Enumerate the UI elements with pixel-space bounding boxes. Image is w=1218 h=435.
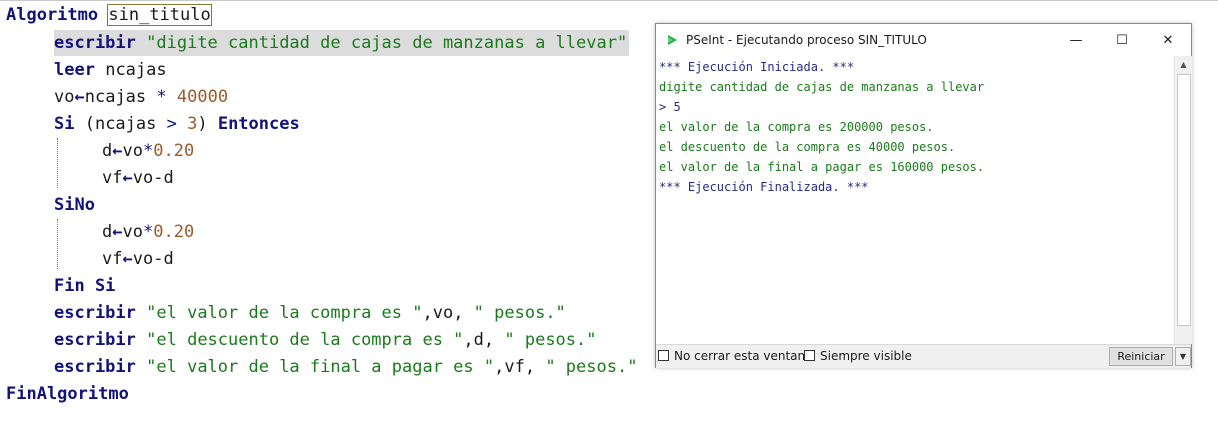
- keyword: escribir: [54, 33, 136, 53]
- number-literal: 0.20: [153, 222, 195, 242]
- string-literal: " pesos.": [545, 357, 638, 377]
- identifier: d: [102, 222, 113, 242]
- code-line-10[interactable]: vf←vo-d: [102, 246, 174, 272]
- code-line-9[interactable]: d←vo*0.20: [102, 219, 194, 245]
- indent-guide-else: [57, 219, 58, 269]
- console-line: > 5: [659, 100, 681, 114]
- code-line-1[interactable]: Algoritmo sin_titulo: [6, 2, 212, 28]
- minimize-icon: —: [1069, 32, 1083, 48]
- identifier: ncajas: [84, 87, 147, 107]
- code-line-3[interactable]: leer ncajas: [54, 57, 167, 83]
- string-literal: "el valor de la final a pagar es ": [146, 357, 495, 377]
- keyword: SiNo: [54, 195, 95, 215]
- code-line-12[interactable]: escribir "el valor de la compra es ",vo,…: [54, 300, 566, 326]
- assign-arrow-icon: ←: [112, 141, 123, 161]
- keyword: Entonces: [217, 114, 300, 134]
- always-visible-checkbox[interactable]: [804, 350, 815, 361]
- console-line: *** Ejecución Finalizada. ***: [659, 180, 869, 194]
- operator: *: [142, 222, 154, 242]
- no-close-checkbox[interactable]: [658, 350, 669, 361]
- window-title: PSeInt - Ejecutando proceso SIN_TITULO: [686, 33, 927, 47]
- code-line-13[interactable]: escribir "el descuento de la compra es "…: [54, 327, 597, 353]
- chevron-up-icon: ▲: [1180, 60, 1187, 69]
- console-output[interactable]: *** Ejecución Iniciada. *** digite canti…: [656, 56, 1174, 344]
- algorithm-name: sin_titulo: [107, 4, 212, 26]
- code-line-7[interactable]: vf←vo-d: [102, 165, 174, 191]
- keyword: escribir: [54, 357, 136, 377]
- console-line: el descuento de la compra es 40000 pesos…: [659, 140, 956, 154]
- number-literal: 40000: [176, 87, 229, 107]
- identifier: vo: [54, 87, 75, 107]
- code-line-15[interactable]: FinAlgoritmo: [6, 381, 129, 407]
- code-line-14[interactable]: escribir "el valor de la final a pagar e…: [54, 354, 637, 380]
- identifier: vf: [102, 249, 123, 269]
- maximize-icon: ☐: [1116, 32, 1128, 48]
- editor-top-border: [0, 0, 1218, 1]
- number-literal: 3: [176, 114, 198, 134]
- console-line: el valor de la final a pagar es 160000 p…: [659, 160, 985, 174]
- scroll-thumb[interactable]: [1177, 74, 1191, 326]
- console-line: el valor de la compra es 200000 pesos.: [659, 120, 934, 134]
- keyword: FinAlgoritmo: [6, 384, 129, 404]
- close-icon: ✕: [1162, 32, 1174, 48]
- pseint-logo-icon: [668, 35, 677, 45]
- keyword: Si: [54, 114, 75, 134]
- code-line-4[interactable]: vo←ncajas * 40000: [54, 84, 228, 110]
- operator: *: [146, 87, 177, 107]
- identifier: d: [102, 141, 113, 161]
- identifier: vo-d: [132, 249, 174, 269]
- string-literal: "el descuento de la compra es ": [146, 330, 464, 350]
- scroll-up-button[interactable]: ▲: [1175, 56, 1192, 73]
- no-close-label[interactable]: No cerrar esta ventana: [674, 345, 813, 368]
- console-scrollbar[interactable]: ▲: [1174, 56, 1192, 344]
- identifier: vo: [122, 141, 143, 161]
- console-line: *** Ejecución Iniciada. ***: [659, 60, 855, 74]
- code-line-11[interactable]: Fin Si: [54, 273, 115, 299]
- keyword: escribir: [54, 330, 136, 350]
- console-bottom-bar: No cerrar esta ventana Siempre visible R…: [656, 344, 1191, 368]
- chevron-down-icon: ▼: [1179, 352, 1187, 361]
- indent-guide-if: [57, 138, 58, 188]
- keyword: leer: [54, 60, 95, 80]
- string-literal: " pesos.": [504, 330, 597, 350]
- keyword: escribir: [54, 303, 136, 323]
- identifier: ncajas: [105, 60, 167, 80]
- code-line-2[interactable]: escribir "digite cantidad de cajas de ma…: [54, 30, 630, 56]
- operator: *: [142, 141, 154, 161]
- maximize-button[interactable]: ☐: [1099, 24, 1145, 56]
- assign-arrow-icon: ←: [74, 87, 85, 107]
- keyword: Fin Si: [54, 276, 116, 296]
- string-literal: "el valor de la compra es ": [146, 303, 423, 323]
- identifier: vo: [122, 222, 143, 242]
- assign-arrow-icon: ←: [112, 222, 123, 242]
- identifier: vf: [102, 168, 123, 188]
- keyword: Algoritmo: [6, 5, 99, 25]
- operator: >: [166, 114, 177, 134]
- execution-console-window[interactable]: PSeInt - Ejecutando proceso SIN_TITULO —…: [655, 23, 1192, 368]
- number-literal: 0.20: [153, 141, 195, 161]
- minimize-button[interactable]: —: [1053, 24, 1099, 56]
- code-line-6[interactable]: d←vo*0.20: [102, 138, 194, 164]
- assign-arrow-icon: ←: [122, 168, 133, 188]
- string-literal: "digite cantidad de cajas de manzanas a …: [146, 33, 628, 53]
- restart-button[interactable]: Reiniciar: [1109, 347, 1173, 366]
- code-line-8[interactable]: SiNo: [54, 192, 95, 218]
- window-titlebar[interactable]: PSeInt - Ejecutando proceso SIN_TITULO —…: [656, 24, 1191, 56]
- always-visible-label[interactable]: Siempre visible: [820, 345, 912, 368]
- code-line-5[interactable]: Si (ncajas > 3) Entonces: [54, 111, 300, 137]
- restart-dropdown-button[interactable]: ▼: [1175, 347, 1191, 366]
- assign-arrow-icon: ←: [122, 249, 133, 269]
- close-button[interactable]: ✕: [1145, 24, 1191, 56]
- identifier: vo-d: [132, 168, 174, 188]
- console-line: digite cantidad de cajas de manzanas a l…: [659, 80, 985, 94]
- string-literal: " pesos.": [473, 303, 566, 323]
